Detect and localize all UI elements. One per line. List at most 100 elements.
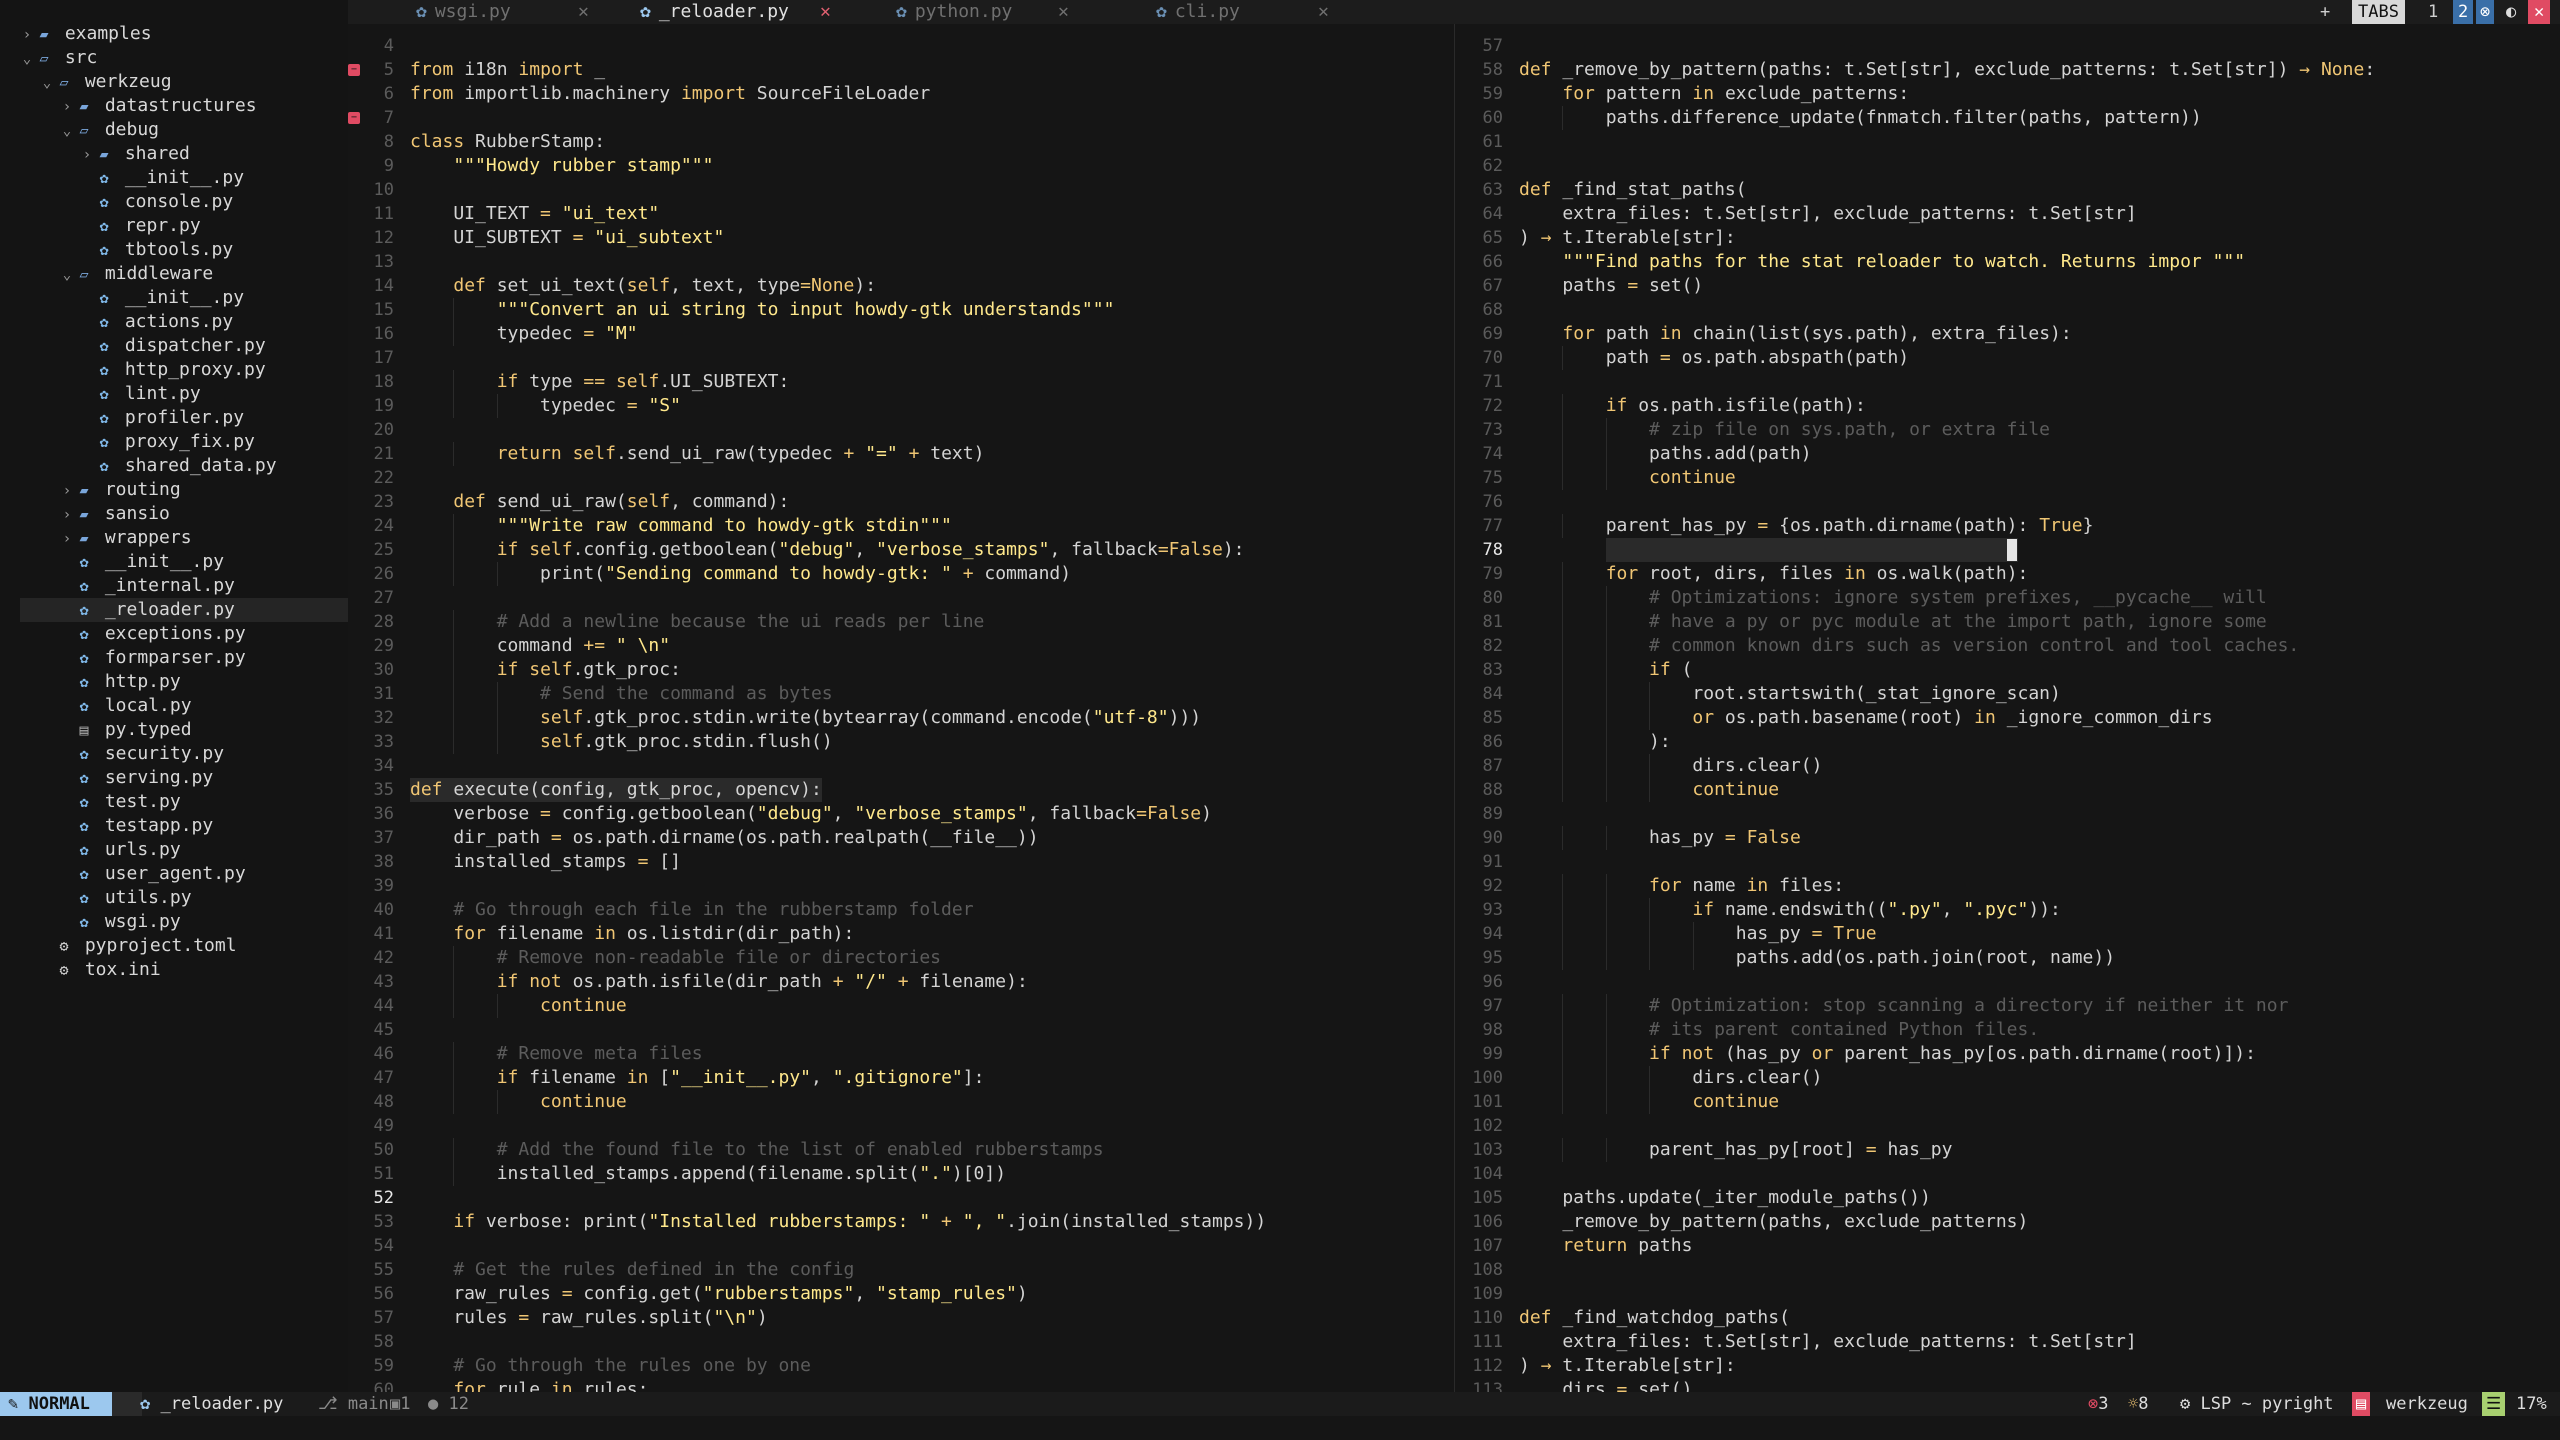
tab-wsgi-py[interactable]: ✿ wsgi.py ✕ (416, 0, 646, 24)
code-line[interactable]: continue (410, 994, 627, 1018)
tree-file[interactable]: ✿ profiler.py (0, 406, 348, 430)
code-line[interactable]: continue (1519, 466, 1736, 490)
code-line[interactable]: return self.send_ui_raw(typedec + "=" + … (410, 442, 985, 466)
code-line[interactable]: return paths (1519, 1234, 1692, 1258)
close-all-icon[interactable]: ⊗ (2476, 0, 2495, 24)
theme-toggle-icon[interactable]: ◐ (2506, 0, 2516, 24)
tree-file[interactable]: ✿ testapp.py (0, 814, 348, 838)
code-line[interactable]: """Howdy rubber stamp""" (410, 154, 713, 178)
chevron-down-icon[interactable]: ⌄ (60, 263, 74, 287)
code-line[interactable]: # Remove meta files (410, 1042, 703, 1066)
close-tab-icon[interactable]: ✕ (1318, 0, 1329, 24)
code-line[interactable]: # Send the command as bytes (410, 682, 833, 706)
tree-file[interactable]: ⚙ tox.ini (0, 958, 348, 982)
code-line[interactable]: for pattern in exclude_patterns: (1519, 82, 1909, 106)
tree-file[interactable]: ✿ urls.py (0, 838, 348, 862)
code-line[interactable]: continue (1519, 778, 1779, 802)
chevron-right-icon[interactable]: › (20, 23, 34, 47)
chevron-right-icon[interactable]: › (60, 503, 74, 527)
code-line[interactable]: """Convert an ui string to input howdy-g… (410, 298, 1115, 322)
code-line[interactable]: installed_stamps = [] (410, 850, 681, 874)
code-line[interactable]: has_py = False (1519, 826, 1801, 850)
code-line[interactable]: rules = raw_rules.split("\n") (410, 1306, 767, 1330)
tree-file[interactable]: ✿ http.py (0, 670, 348, 694)
tree-file[interactable]: ✿ local.py (0, 694, 348, 718)
code-line[interactable]: def set_ui_text(self, text, type=None): (410, 274, 876, 298)
tree-file[interactable]: ✿ dispatcher.py (0, 334, 348, 358)
tree-folder[interactable]: › ▰ sansio (0, 502, 348, 526)
code-line[interactable]: # zip file on sys.path, or extra file (1519, 418, 2050, 442)
tree-file[interactable]: ⚙ pyproject.toml (0, 934, 348, 958)
tree-folder[interactable]: ⌄ ▱ debug (0, 118, 348, 142)
code-line[interactable]: self.gtk_proc.stdin.write(bytearray(comm… (410, 706, 1201, 730)
code-line[interactable]: if not (has_py or parent_has_py[os.path.… (1519, 1042, 2256, 1066)
file-tree[interactable]: › ▰ examples ⌄ ▱ src ⌄ ▱ werkzeug › ▰ datastruc… (0, 0, 348, 1392)
tree-file[interactable]: ✿ user_agent.py (0, 862, 348, 886)
code-line[interactable]: # Add the found file to the list of enab… (410, 1138, 1104, 1162)
code-line[interactable]: if type == self.UI_SUBTEXT: (410, 370, 790, 394)
code-line[interactable]: for rule in rules: (410, 1378, 648, 1392)
tab-python-py[interactable]: ✿ python.py ✕ (896, 0, 1126, 24)
lsp-status[interactable]: ⚙ LSP ~ pyright (2180, 1392, 2334, 1416)
tree-file[interactable]: ✿ actions.py (0, 310, 348, 334)
tree-file[interactable]: ✿ exceptions.py (0, 622, 348, 646)
code-line[interactable]: continue (410, 1090, 627, 1114)
code-line[interactable]: if filename in ["__init__.py", ".gitigno… (410, 1066, 985, 1090)
code-line[interactable]: typedec = "M" (410, 322, 638, 346)
chevron-right-icon[interactable]: › (80, 143, 94, 167)
tree-file[interactable]: ▤ py.typed (0, 718, 348, 742)
code-line[interactable]: if os.path.isfile(path): (1519, 394, 1866, 418)
code-line[interactable]: ) → t.Iterable[str]: (1519, 1354, 1736, 1378)
code-line[interactable]: dirs = set() (1519, 1378, 1692, 1392)
tree-folder[interactable]: › ▰ shared (0, 142, 348, 166)
code-line[interactable]: # its parent contained Python files. (1519, 1018, 2039, 1042)
code-line[interactable]: _remove_by_pattern(paths, exclude_patter… (1519, 1210, 2028, 1234)
tree-file[interactable]: ✿ tbtools.py (0, 238, 348, 262)
tree-folder[interactable]: ⌄ ▱ src (0, 46, 348, 70)
chevron-right-icon[interactable]: › (60, 479, 74, 503)
code-line[interactable]: dirs.clear() (1519, 754, 1822, 778)
code-line[interactable]: # Add a newline because the ui reads per… (410, 610, 985, 634)
tree-file[interactable]: ✿ lint.py (0, 382, 348, 406)
tree-folder[interactable]: › ▰ wrappers (0, 526, 348, 550)
code-line[interactable]: def _find_stat_paths( (1519, 178, 1747, 202)
code-line[interactable]: has_py = True (1519, 922, 1877, 946)
code-line[interactable]: # Go through each file in the rubberstam… (410, 898, 973, 922)
tab-reloader-py[interactable]: ✿ _reloader.py ✕ (640, 0, 870, 24)
code-line[interactable]: from importlib.machinery import SourceFi… (410, 82, 930, 106)
tree-folder[interactable]: ⌄ ▱ middleware (0, 262, 348, 286)
code-line[interactable]: path = os.path.abspath(path) (1519, 346, 1909, 370)
code-line[interactable]: continue (1519, 1090, 1779, 1114)
code-line[interactable]: def _remove_by_pattern(paths: t.Set[str]… (1519, 58, 2375, 82)
code-line[interactable]: extra_files: t.Set[str], exclude_pattern… (1519, 1330, 2136, 1354)
tree-file[interactable]: ✿ test.py (0, 790, 348, 814)
editor-pane-left[interactable]: 4 5 from i18n import _ − 6 from importlib.mac… (348, 24, 1454, 1392)
chevron-down-icon[interactable]: ⌄ (40, 71, 54, 95)
code-line[interactable]: # have a py or pyc module at the import … (1519, 610, 2267, 634)
code-line[interactable]: dirs.clear() (1519, 1066, 1822, 1090)
code-line[interactable]: def send_ui_raw(self, command): (410, 490, 789, 514)
code-line[interactable]: paths.update(_iter_module_paths()) (1519, 1186, 1930, 1210)
code-line[interactable]: paths.add(path) (1519, 442, 1812, 466)
code-line[interactable]: if not os.path.isfile(dir_path + "/" + f… (410, 970, 1028, 994)
code-line[interactable]: parent_has_py = {os.path.dirname(path): … (1519, 514, 2094, 538)
code-line[interactable]: if ( (1519, 658, 1692, 682)
tree-file[interactable]: ✿ __init__.py (0, 166, 348, 190)
editor-pane-right[interactable]: 57 58 def _remove_by_pattern(paths: t.Set[… (1455, 24, 2560, 1392)
error-count[interactable]: ⊗3 (2088, 1392, 2109, 1416)
current-file[interactable]: ✿ _reloader.py (140, 1392, 283, 1416)
code-line[interactable]: if name.endswith((".py", ".pyc")): (1519, 898, 2061, 922)
code-line[interactable]: raw_rules = config.get("rubberstamps", "… (410, 1282, 1027, 1306)
diagnostic-error-icon[interactable]: − (348, 112, 360, 124)
code-line[interactable]: """Write raw command to howdy-gtk stdin"… (410, 514, 952, 538)
tree-file[interactable]: ✿ proxy_fix.py (0, 430, 348, 454)
code-line[interactable]: # Optimization: stop scanning a director… (1519, 994, 2288, 1018)
chevron-right-icon[interactable]: › (60, 95, 74, 119)
tree-file[interactable]: ✿ formparser.py (0, 646, 348, 670)
close-window-icon[interactable]: ✕ (2528, 0, 2551, 24)
code-line[interactable]: """Find paths for the stat reloader to w… (1519, 250, 2245, 274)
code-line[interactable]: for filename in os.listdir(dir_path): (410, 922, 854, 946)
tree-folder[interactable]: › ▰ datastructures (0, 94, 348, 118)
tab-index-1[interactable]: 1 (2423, 0, 2443, 24)
code-line[interactable]: # Go through the rules one by one (410, 1354, 811, 1378)
